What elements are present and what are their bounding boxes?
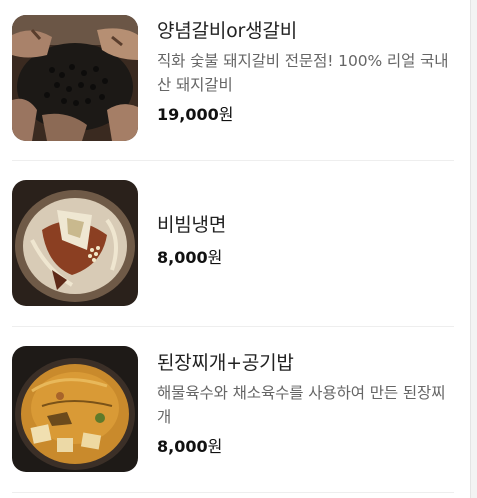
price-amount: 8,000: [157, 437, 208, 456]
menu-item-price: 8,000원: [157, 246, 454, 270]
menu-item-description: 직화 숯불 돼지갈비 전문점! 100% 리얼 국내산 돼지갈비: [157, 52, 449, 94]
menu-item-name: 된장찌개+공기밥: [157, 352, 294, 374]
menu-item-galbi[interactable]: 양념갈비or생갈비 직화 숯불 돼지갈비 전문점! 100% 리얼 국내산 돼지…: [12, 0, 454, 156]
menu-item-photo: [12, 346, 138, 472]
menu-item-price: 8,000원: [157, 435, 454, 459]
menu-item-photo: [12, 15, 138, 141]
menu-item-doenjang[interactable]: 된장찌개+공기밥 해물육수와 채소육수를 사용하여 만든 된장찌개 8,000원: [12, 326, 454, 492]
menu-item-price: 19,000원: [157, 103, 454, 127]
menu-item-photo: [12, 180, 138, 306]
menu-list: 양념갈비or생갈비 직화 숯불 돼지갈비 전문점! 100% 리얼 국내산 돼지…: [0, 0, 470, 498]
price-amount: 19,000: [157, 105, 219, 124]
grilled-ribs-photo-icon: [12, 15, 138, 141]
menu-item-naengmyeon[interactable]: 비빔냉면 8,000원: [12, 160, 454, 326]
menu-item-name: 양념갈비or생갈비: [157, 20, 297, 42]
menu-item-info: 비빔냉면 8,000원: [157, 212, 454, 270]
price-unit: 원: [207, 437, 223, 456]
menu-item-name: 비빔냉면: [157, 214, 227, 236]
menu-item-description: 해물육수와 채소육수를 사용하여 만든 된장찌개: [157, 384, 446, 426]
menu-item-info: 된장찌개+공기밥 해물육수와 채소육수를 사용하여 만든 된장찌개 8,000원: [157, 350, 454, 459]
menu-item-info: 양념갈비or생갈비 직화 숯불 돼지갈비 전문점! 100% 리얼 국내산 돼지…: [157, 18, 454, 127]
scrollbar-track[interactable]: [470, 0, 477, 498]
price-unit: 원: [218, 105, 234, 124]
bibim-naengmyeon-photo-icon: [12, 180, 138, 306]
price-amount: 8,000: [157, 248, 208, 267]
price-unit: 원: [207, 248, 223, 267]
doenjang-jjigae-photo-icon: [12, 346, 138, 472]
item-divider: [12, 492, 454, 493]
